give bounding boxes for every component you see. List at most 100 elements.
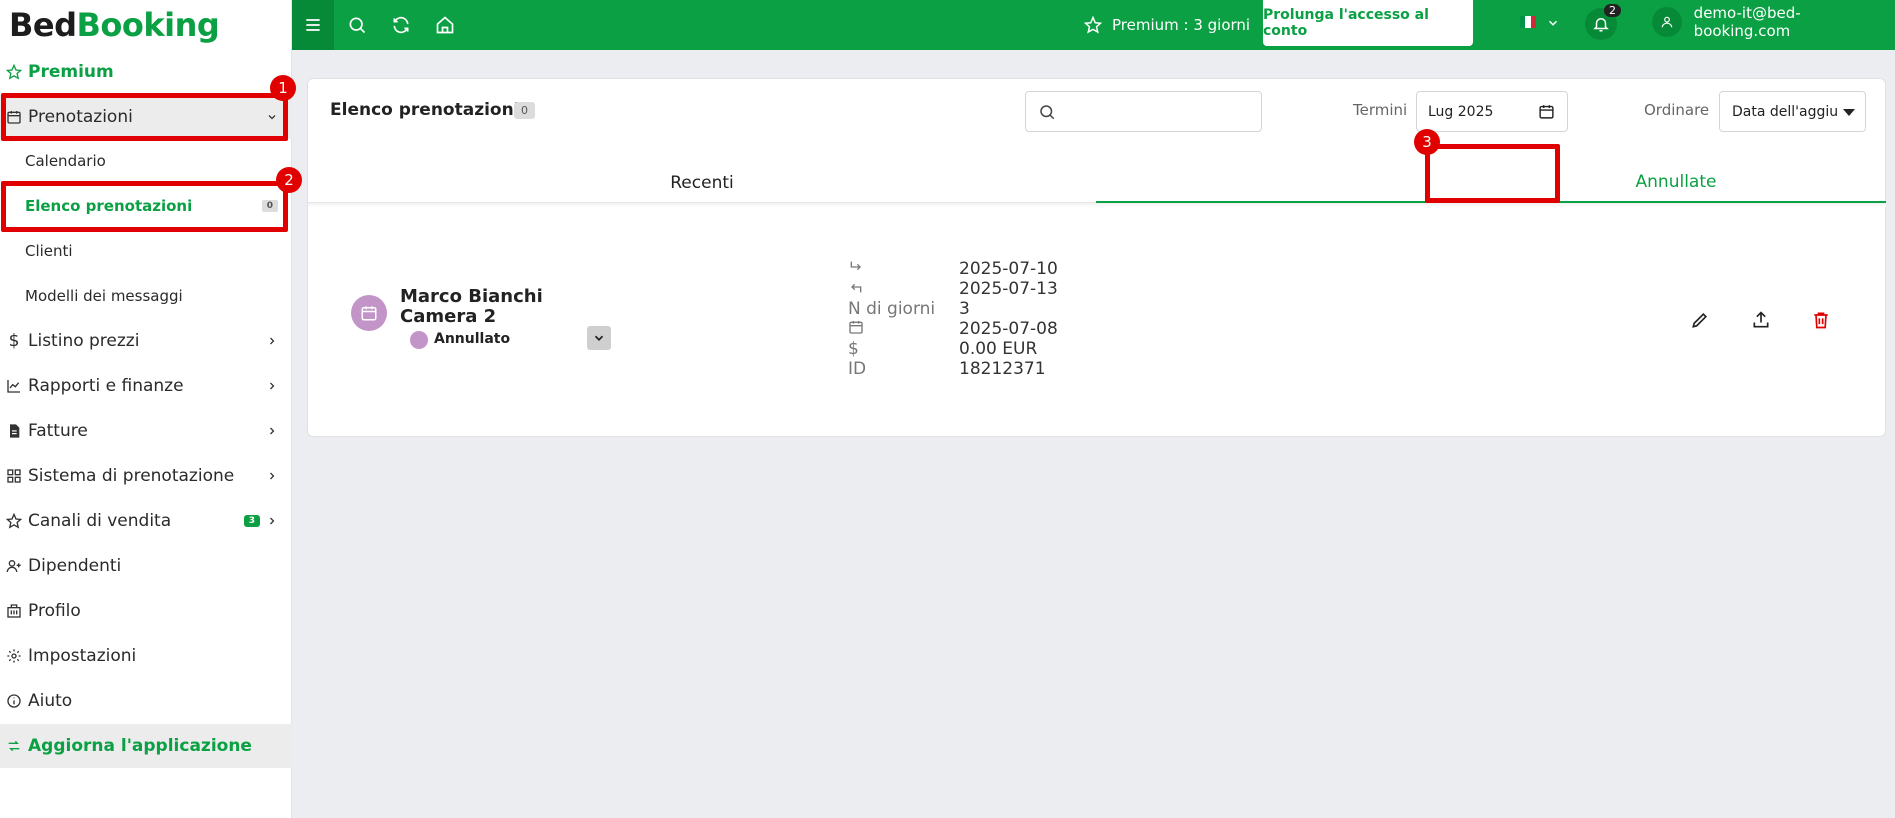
extend-access-button[interactable]: Prolunga l'accesso al conto	[1263, 0, 1473, 46]
annotation-box-2	[1, 181, 288, 232]
tab-recent[interactable]: Recenti	[308, 163, 1096, 203]
sidebar-item-prices[interactable]: $ Listino prezzi	[0, 319, 292, 363]
star-icon	[0, 513, 28, 529]
refresh-button[interactable]	[380, 0, 422, 50]
user-email: demo-it@bed-booking.com	[1693, 4, 1801, 40]
expand-booking-button[interactable]	[587, 326, 611, 350]
term-label: Termini	[1353, 101, 1408, 119]
sidebar-subitem-calendar[interactable]: Calendario	[0, 139, 292, 183]
user-plus-icon	[0, 558, 28, 574]
created-date-icon	[848, 319, 864, 340]
calendar-icon	[1539, 105, 1554, 119]
chevron-right-icon	[270, 472, 275, 480]
annotation-number-1: 1	[270, 75, 296, 101]
menu-toggle-button[interactable]	[292, 0, 334, 50]
bookings-count-badge: 0	[514, 102, 535, 119]
app-logo[interactable]: Bed Booking	[0, 0, 291, 50]
sidebar-subitem-templates[interactable]: Modelli dei messaggi	[0, 274, 292, 318]
edit-button[interactable]	[1688, 308, 1712, 332]
info-icon	[0, 693, 28, 709]
search-input[interactable]	[1066, 100, 1251, 124]
booking-status-icon	[351, 295, 387, 331]
premium-status[interactable]: Premium : 3 giorni	[1084, 0, 1250, 50]
chevron-down-icon	[594, 335, 604, 341]
chevron-right-icon	[270, 382, 275, 390]
invoice-icon	[0, 423, 28, 439]
italian-flag-icon[interactable]	[1520, 16, 1536, 28]
sidebar-item-premium[interactable]: Premium	[0, 50, 292, 94]
sidebar-item-label: Fatture	[28, 421, 88, 441]
avatar	[1652, 7, 1682, 37]
annotation-number-2: 2	[276, 167, 302, 193]
refresh-icon	[0, 738, 28, 754]
top-navigation-bar: Premium : 3 giorni Prolunga l'accesso al…	[292, 0, 1895, 50]
room-name: Camera 2	[400, 306, 497, 327]
price-label: $	[848, 339, 859, 359]
sidebar-item-reports[interactable]: Rapporti e finanze	[0, 364, 292, 408]
pencil-icon	[1692, 312, 1708, 328]
trash-icon	[1814, 312, 1828, 329]
search-button[interactable]	[336, 0, 378, 50]
sidebar-item-profile[interactable]: Profilo	[0, 589, 292, 633]
month-picker[interactable]: Lug 2025	[1416, 91, 1568, 132]
building-icon	[0, 603, 28, 619]
booking-status: Annullato	[434, 331, 511, 347]
checkout-date: 2025-07-13	[959, 279, 1058, 299]
sidebar-item-help[interactable]: Aiuto	[0, 679, 292, 723]
chevron-down-icon[interactable]	[1546, 16, 1560, 30]
sidebar-item-label: Sistema di prenotazione	[28, 466, 235, 486]
page-title: Elenco prenotazioni	[330, 100, 520, 120]
sidebar-item-invoices[interactable]: Fatture	[0, 409, 292, 453]
guest-name: Marco Bianchi	[400, 286, 543, 307]
booking-guest[interactable]: Marco Bianchi Camera 2	[400, 287, 543, 327]
id-label: ID	[848, 359, 867, 379]
export-button[interactable]	[1749, 308, 1773, 332]
chart-line-icon	[0, 378, 28, 394]
price-value: 0.00 EUR	[959, 339, 1038, 359]
checkout-icon	[848, 279, 864, 300]
sidebar-item-label: Profilo	[28, 601, 81, 621]
annotation-box-3	[1425, 144, 1560, 203]
sidebar-item-employees[interactable]: Dipendenti	[0, 544, 292, 588]
home-icon	[436, 16, 454, 34]
sidebar-item-settings[interactable]: Impostazioni	[0, 634, 292, 678]
search-icon	[1040, 105, 1055, 120]
sidebar-item-update-app[interactable]: Aggiorna l'applicazione	[0, 724, 292, 768]
annotation-number-3: 3	[1414, 129, 1440, 155]
sidebar-subitem-clients[interactable]: Clienti	[0, 229, 292, 273]
sidebar-item-label: Listino prezzi	[28, 331, 140, 351]
nights-value: 3	[959, 299, 970, 319]
booking-list-card: Elenco prenotazioni 0 Termini Lug 2025 O…	[307, 78, 1886, 437]
home-button[interactable]	[424, 0, 466, 50]
notification-count-badge: 2	[1604, 4, 1621, 17]
chevron-right-icon	[270, 427, 275, 435]
sidebar-item-label: Aggiorna l'applicazione	[28, 736, 252, 756]
sidebar-item-label: Rapporti e finanze	[28, 376, 184, 396]
star-icon	[1084, 16, 1102, 34]
caret-down-icon	[1843, 109, 1855, 116]
refresh-icon	[393, 16, 409, 34]
annotation-box-1	[1, 93, 288, 141]
delete-button[interactable]	[1809, 308, 1833, 332]
chevron-right-icon	[270, 517, 275, 525]
sidebar-item-label: Premium	[28, 62, 114, 82]
sidebar-item-label: Canali di vendita	[28, 511, 172, 531]
channels-badge: 3	[243, 515, 260, 527]
sort-select[interactable]: Data dell'aggiu	[1719, 91, 1866, 132]
sidebar-item-booking-system[interactable]: Sistema di prenotazione	[0, 454, 292, 498]
sidebar-item-sales-channels[interactable]: Canali di vendita 3	[0, 499, 292, 543]
divider	[308, 203, 1886, 207]
sidebar-item-label: Dipendenti	[28, 556, 122, 576]
checkin-date: 2025-07-10	[959, 259, 1058, 279]
upload-icon	[1753, 311, 1769, 328]
dollar-icon: $	[8, 331, 20, 351]
star-icon	[0, 64, 28, 80]
booking-id: 18212371	[959, 359, 1046, 379]
nights-label: N di giorni	[848, 299, 936, 319]
grid-icon	[0, 468, 28, 484]
sort-label: Ordinare	[1644, 101, 1710, 119]
search-icon	[349, 17, 366, 34]
search-field[interactable]	[1025, 91, 1262, 132]
user-menu[interactable]: demo-it@bed-booking.com	[1652, 0, 1895, 44]
status-dot	[410, 331, 428, 349]
